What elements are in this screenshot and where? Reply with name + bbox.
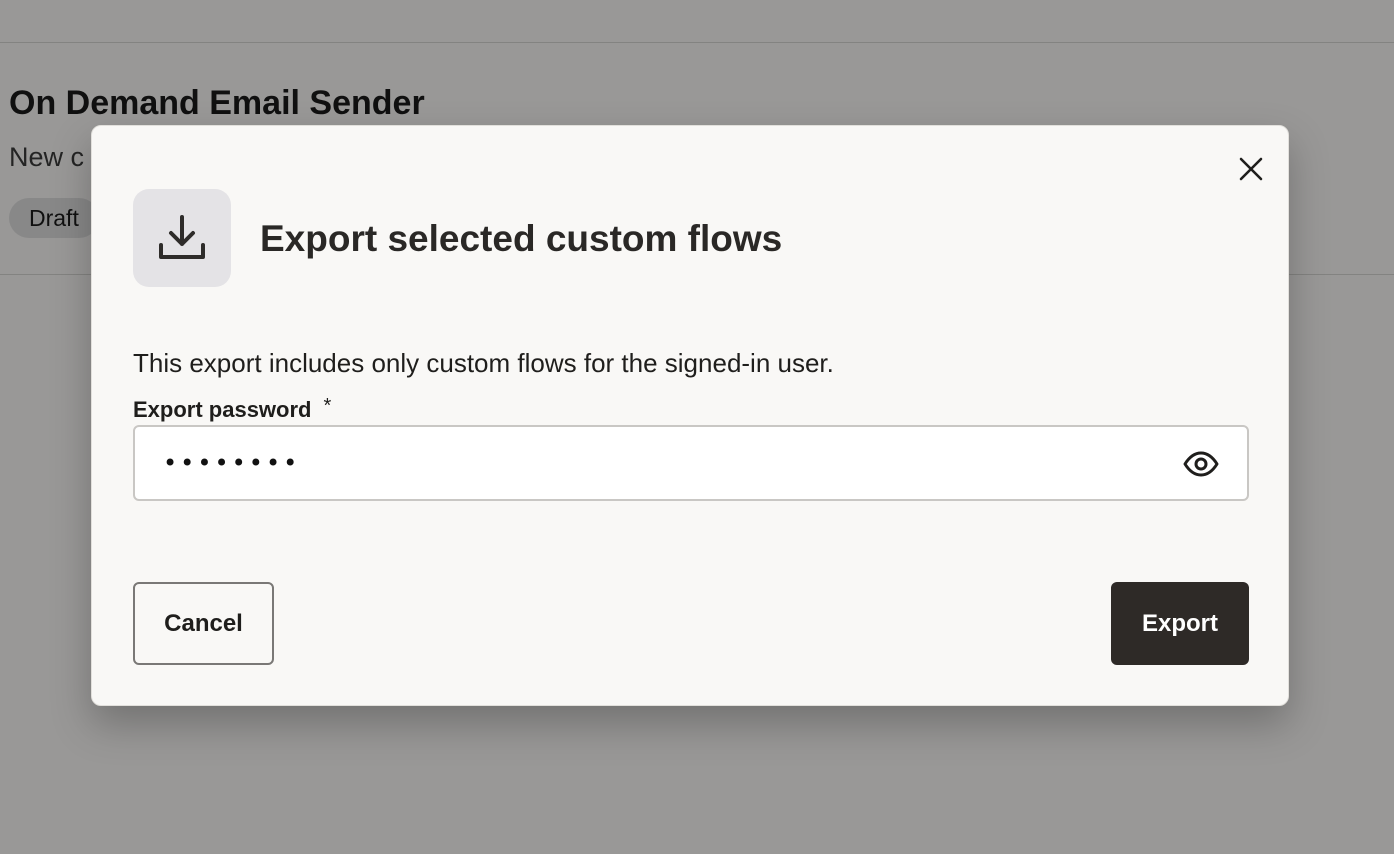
page: On Demand Email Sender New c Draft Expor… [0, 0, 1394, 854]
close-icon [1239, 157, 1263, 181]
export-button[interactable]: Export [1111, 582, 1249, 665]
close-button[interactable] [1232, 150, 1270, 188]
download-tray-icon [159, 215, 205, 259]
dialog-description: This export includes only custom flows f… [133, 348, 834, 378]
password-label: Export password * [133, 395, 332, 423]
show-password-button[interactable] [1181, 444, 1221, 484]
password-input[interactable] [163, 427, 1143, 499]
cancel-button[interactable]: Cancel [133, 582, 274, 665]
export-icon-tile [133, 189, 231, 287]
password-field [133, 425, 1249, 501]
eye-icon [1183, 451, 1219, 477]
required-indicator: * [323, 395, 332, 417]
password-label-text: Export password [133, 397, 312, 422]
export-dialog: Export selected custom flows This export… [91, 125, 1289, 706]
dialog-title: Export selected custom flows [260, 218, 783, 259]
